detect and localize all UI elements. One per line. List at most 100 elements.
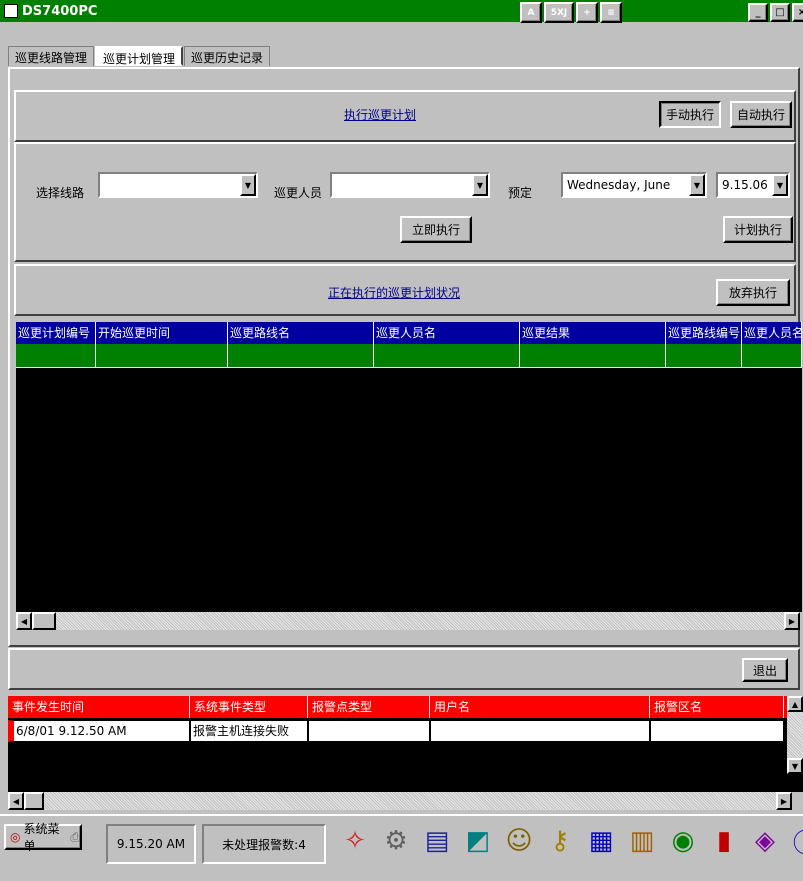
title-tool-4[interactable]: ≡ bbox=[600, 2, 622, 23]
route-select[interactable]: ▼ bbox=[98, 172, 258, 198]
tab-route-management[interactable]: 巡更线路管理 bbox=[8, 46, 95, 66]
tab-strip: 巡更线路管理 巡更计划管理 巡更历史记录 bbox=[8, 46, 271, 68]
execute-section: 执行巡更计划 手动执行 自动执行 bbox=[14, 90, 796, 142]
date-value: Wednesday, June bbox=[567, 178, 671, 192]
tab-history[interactable]: 巡更历史记录 bbox=[184, 46, 271, 66]
help-book-icon[interactable]: ◈ bbox=[746, 822, 784, 860]
column-header[interactable]: 巡更路线名 bbox=[228, 322, 374, 344]
scroll-left-icon[interactable]: ◀ bbox=[16, 612, 32, 630]
magic-wand-icon[interactable]: ✧ bbox=[336, 822, 374, 860]
table-row[interactable]: 6/8/01 9.12.50 AM 报警主机连接失败 bbox=[8, 720, 803, 742]
form-section: 选择线路 ▼ 巡更人员 ▼ 预定 Wednesday, June ▼ 9.15.… bbox=[14, 142, 796, 262]
database-icon[interactable]: ▥ bbox=[623, 822, 661, 860]
scroll-left-icon[interactable]: ◀ bbox=[8, 792, 24, 810]
table-cell: 报警主机连接失败 bbox=[190, 720, 308, 742]
maximize-button[interactable]: □ bbox=[770, 3, 790, 22]
user-icon[interactable]: ☺ bbox=[500, 822, 538, 860]
info-icon[interactable]: ⓘ bbox=[787, 822, 803, 860]
column-header[interactable]: 巡更路线编号 bbox=[666, 322, 742, 344]
column-header[interactable]: 巡更人员名 bbox=[742, 322, 802, 344]
auto-execute-button[interactable]: 自动执行 bbox=[730, 101, 792, 128]
taskbar: ◎ 系统菜单 ⎙ 9.15.20 AM 未处理报警数:4 ✧ ⚙ ▤ ◩ ☺ ⚷… bbox=[0, 814, 803, 881]
key-icon[interactable]: ⚷ bbox=[541, 822, 579, 860]
table-cell bbox=[742, 344, 802, 368]
table-cell bbox=[96, 344, 228, 368]
time-select[interactable]: 9.15.06 ▼ bbox=[716, 172, 790, 198]
scroll-down-icon[interactable]: ▼ bbox=[787, 758, 803, 774]
scroll-thumb[interactable] bbox=[32, 612, 56, 630]
app-icon bbox=[4, 4, 18, 18]
gears-icon[interactable]: ⚙ bbox=[377, 822, 415, 860]
column-header[interactable]: 用户名 bbox=[430, 696, 650, 718]
globe-icon[interactable]: ◉ bbox=[664, 822, 702, 860]
title-tool-3[interactable]: + bbox=[576, 2, 598, 23]
event-horizontal-scrollbar[interactable]: ◀ ▶ bbox=[8, 792, 792, 810]
clock-panel: 9.15.20 AM bbox=[106, 824, 196, 864]
start-label: 系统菜单 bbox=[23, 822, 60, 853]
chevron-down-icon[interactable]: ▼ bbox=[772, 174, 788, 196]
column-header[interactable]: 巡更计划编号 bbox=[16, 322, 96, 344]
alarm-panel: 未处理报警数:4 bbox=[202, 824, 326, 864]
document-icon[interactable]: ▤ bbox=[418, 822, 456, 860]
title-bar: DS7400PC A 5XJ + ≡ _ □ × bbox=[0, 0, 803, 23]
scroll-thumb[interactable] bbox=[24, 792, 44, 810]
clock-text: 9.15.20 AM bbox=[116, 837, 186, 851]
column-header[interactable]: 系统事件类型 bbox=[190, 696, 308, 718]
minimize-button[interactable]: _ bbox=[748, 3, 768, 22]
running-status-link[interactable]: 正在执行的巡更计划状况 bbox=[328, 284, 460, 301]
chevron-down-icon[interactable]: ▼ bbox=[689, 174, 705, 196]
schedule-label: 预定 bbox=[508, 186, 533, 200]
scroll-up-icon[interactable]: ▲ bbox=[787, 696, 803, 712]
table-cell bbox=[374, 344, 520, 368]
column-header[interactable]: 开始巡更时间 bbox=[96, 322, 228, 344]
title-tool-2[interactable]: 5XJ bbox=[544, 2, 574, 23]
scroll-right-icon[interactable]: ▶ bbox=[776, 792, 792, 810]
abandon-button[interactable]: 放弃执行 bbox=[716, 279, 790, 306]
start-button[interactable]: ◎ 系统菜单 ⎙ bbox=[4, 822, 82, 853]
event-vertical-scrollbar[interactable]: ▲ ▼ bbox=[787, 696, 803, 774]
event-table-header: 事件发生时间 系统事件类型 报警点类型 用户名 报警区名 bbox=[8, 696, 803, 718]
table-cell bbox=[16, 344, 96, 368]
table-cell bbox=[650, 720, 784, 742]
person-select[interactable]: ▼ bbox=[330, 172, 490, 198]
plan-table[interactable]: 巡更计划编号 开始巡更时间 巡更路线名 巡更人员名 巡更结果 巡更路线编号 巡更… bbox=[16, 322, 802, 612]
column-header[interactable]: 报警点类型 bbox=[308, 696, 430, 718]
manual-execute-button[interactable]: 手动执行 bbox=[659, 101, 721, 128]
table-cell: 6/8/01 9.12.50 AM bbox=[8, 720, 190, 742]
column-header[interactable]: 巡更结果 bbox=[520, 322, 666, 344]
chevron-down-icon[interactable]: ▼ bbox=[472, 174, 488, 196]
date-select[interactable]: Wednesday, June ▼ bbox=[561, 172, 707, 198]
execute-plan-link[interactable]: 执行巡更计划 bbox=[344, 106, 416, 123]
table-cell bbox=[430, 720, 650, 742]
map-icon[interactable]: ◩ bbox=[459, 822, 497, 860]
exit-button[interactable]: 退出 bbox=[742, 658, 788, 682]
event-table[interactable]: 事件发生时间 系统事件类型 报警点类型 用户名 报警区名 6/8/01 9.12… bbox=[8, 696, 803, 792]
tab-plan-management[interactable]: 巡更计划管理 bbox=[95, 46, 184, 66]
route-label: 选择线路 bbox=[36, 186, 85, 200]
printer-icon: ⎙ bbox=[70, 829, 80, 844]
scroll-right-icon[interactable]: ▶ bbox=[784, 612, 800, 630]
table-cell bbox=[228, 344, 374, 368]
time-value: 9.15.06 bbox=[722, 178, 768, 192]
chevron-down-icon[interactable]: ▼ bbox=[240, 174, 256, 196]
person-label: 巡更人员 bbox=[274, 186, 323, 200]
window-controls: _ □ × bbox=[748, 3, 803, 22]
book-icon[interactable]: ▮ bbox=[705, 822, 743, 860]
column-header[interactable]: 事件发生时间 bbox=[8, 696, 190, 718]
plan-horizontal-scrollbar[interactable]: ◀ ▶ bbox=[16, 612, 800, 630]
close-button[interactable]: × bbox=[792, 3, 803, 22]
column-header[interactable]: 巡更人员名 bbox=[374, 322, 520, 344]
plan-execute-button[interactable]: 计划执行 bbox=[723, 216, 793, 243]
title-tool-1[interactable]: A bbox=[520, 2, 542, 23]
title-toolbar: A 5XJ + ≡ bbox=[520, 2, 622, 23]
plan-table-header: 巡更计划编号 开始巡更时间 巡更路线名 巡更人员名 巡更结果 巡更路线编号 巡更… bbox=[16, 322, 802, 344]
taskbar-tool-icons: ✧ ⚙ ▤ ◩ ☺ ⚷ ▦ ▥ ◉ ▮ ◈ ⓘ bbox=[336, 822, 803, 860]
column-header[interactable]: 报警区名 bbox=[650, 696, 784, 718]
execute-now-button[interactable]: 立即执行 bbox=[400, 216, 472, 243]
table-icon[interactable]: ▦ bbox=[582, 822, 620, 860]
status-section: 正在执行的巡更计划状况 放弃执行 bbox=[14, 264, 796, 316]
alarm-count-text: 未处理报警数:4 bbox=[222, 837, 306, 852]
exit-bar: 退出 bbox=[8, 648, 800, 690]
table-row[interactable] bbox=[16, 344, 802, 368]
start-icon: ◎ bbox=[10, 830, 21, 844]
